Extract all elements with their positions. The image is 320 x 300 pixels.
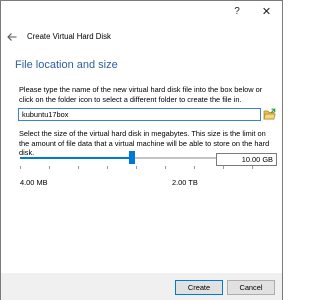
file-name-input[interactable] — [18, 108, 261, 121]
size-slider-handle[interactable] — [128, 151, 135, 164]
slider-min-label: 4.00 MB — [20, 178, 48, 187]
folder-open-icon[interactable] — [263, 108, 276, 121]
slider-tick — [194, 166, 195, 169]
slider-tick — [78, 166, 79, 169]
slider-tick — [165, 166, 166, 169]
size-slider-fill — [20, 157, 132, 159]
cancel-button[interactable]: Cancel — [227, 280, 275, 295]
slider-tick — [49, 166, 50, 169]
help-button[interactable]: ? — [225, 1, 249, 23]
create-button[interactable]: Create — [175, 280, 223, 295]
slider-tick — [223, 166, 224, 169]
size-value-input[interactable] — [216, 153, 277, 166]
location-instructions: Please type the name of the new virtual … — [19, 85, 263, 104]
create-virtual-hard-disk-dialog: ? ✕ Create Virtual Hard Disk File locati… — [0, 0, 283, 300]
slider-max-label: 2.00 TB — [172, 178, 198, 187]
title-bar: ? ✕ — [1, 1, 282, 23]
slider-tick — [252, 166, 253, 169]
slider-tick — [107, 166, 108, 169]
wizard-heading: Create Virtual Hard Disk — [27, 32, 111, 41]
back-arrow-icon[interactable] — [6, 31, 18, 43]
section-title: File location and size — [15, 59, 118, 71]
slider-tick — [136, 166, 137, 169]
close-button[interactable]: ✕ — [251, 1, 282, 23]
slider-tick — [20, 166, 21, 169]
